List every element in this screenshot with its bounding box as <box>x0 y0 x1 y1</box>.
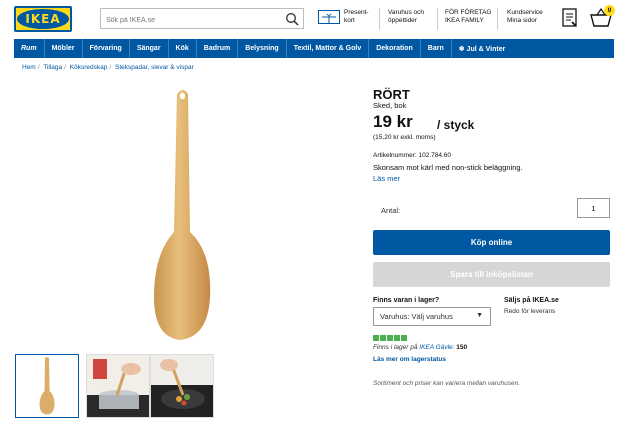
nav-item-bathroom[interactable]: Badrum <box>197 39 239 58</box>
quantity-input[interactable] <box>577 198 610 218</box>
stock-availability-line: Finns i lager på IKEA Gävle: 150 <box>373 344 467 351</box>
stock-count: 150 <box>456 344 468 351</box>
nav-item-rooms[interactable]: Rum <box>14 39 45 58</box>
pan-thumbnail-image <box>151 355 213 417</box>
gift-card-icon[interactable] <box>318 10 340 24</box>
product-name: RÖRT <box>373 87 410 102</box>
ikea-logo[interactable]: IKEA <box>14 6 72 32</box>
nav-item-furniture[interactable]: Möbler <box>45 39 83 58</box>
search-box[interactable] <box>100 8 304 30</box>
product-image[interactable] <box>130 82 240 344</box>
breadcrumb-link[interactable]: Tillaga <box>43 64 62 71</box>
stock-question: Finns varan i lager? <box>373 297 440 304</box>
stock-level-indicator <box>373 335 407 341</box>
store-select-value: Varuhus: Välj varuhus <box>380 312 453 321</box>
cart-count-badge: 0 <box>604 5 615 16</box>
search-icon[interactable] <box>285 12 299 26</box>
sold-online-status: Redo för leverans <box>504 308 556 315</box>
site-header: IKEA Present- kort Varuhus och öppettide… <box>0 0 640 38</box>
product-price: 19 kr <box>373 112 413 131</box>
stock-level-segment <box>394 335 400 341</box>
thumbnail-pan-cooking[interactable] <box>150 354 214 418</box>
stock-level-segment <box>380 335 386 341</box>
stock-level-segment <box>387 335 393 341</box>
header-divider <box>379 8 380 30</box>
stock-level-segment <box>401 335 407 341</box>
header-divider <box>497 8 498 30</box>
main-nav: Rum Möbler Förvaring Sängar Kök Badrum B… <box>14 39 614 58</box>
price-excl-vat: (15,20 kr exkl. moms) <box>373 134 436 141</box>
price-unit: / styck <box>437 118 475 132</box>
nav-item-christmas[interactable]: ❄ Jul & Vinter <box>452 39 513 58</box>
nav-item-storage[interactable]: Förvaring <box>83 39 130 58</box>
breadcrumb-separator: / <box>64 64 66 71</box>
thumbnail-pot-stirring[interactable] <box>86 354 150 418</box>
breadcrumb-separator: / <box>37 64 40 71</box>
stock-status-link[interactable]: Läs mer om lagerstatus <box>373 356 446 363</box>
logo-text: IKEA <box>25 12 61 26</box>
shopping-list-icon[interactable] <box>562 8 578 28</box>
header-divider <box>437 8 438 30</box>
read-more-link[interactable]: Läs mer <box>373 174 400 183</box>
nav-item-decoration[interactable]: Dekoration <box>369 39 421 58</box>
nav-item-beds[interactable]: Sängar <box>130 39 169 58</box>
chevron-down-icon: ▼ <box>476 312 483 319</box>
stock-line-separator: : <box>452 344 455 351</box>
stock-level-segment <box>373 335 379 341</box>
business-link[interactable]: FÖR FÖRETAG IKEA FAMILY <box>445 9 491 25</box>
breadcrumb-separator: / <box>109 64 112 71</box>
spoon-thumbnail-image <box>39 357 55 415</box>
nav-item-textiles[interactable]: Textil, Mattor & Golv <box>287 39 370 58</box>
nav-item-lighting[interactable]: Belysning <box>238 39 287 58</box>
search-input[interactable] <box>101 11 281 30</box>
customer-service-link[interactable]: Kundservice Mina sidor <box>507 9 543 25</box>
logo-oval: IKEA <box>17 9 69 29</box>
nav-item-kitchen[interactable]: Kök <box>169 39 197 58</box>
gift-card-link[interactable]: Present- kort <box>344 9 369 25</box>
stock-line-prefix: Finns i lager på <box>373 344 418 351</box>
breadcrumb-link[interactable]: Köksredskap <box>70 64 108 71</box>
nav-item-children[interactable]: Barn <box>421 39 452 58</box>
breadcrumb: Hem / Tillaga / Köksredskap / Stekspadar, s… <box>22 64 194 71</box>
breadcrumb-link[interactable]: Hem <box>22 64 36 71</box>
assortment-note: Sortiment och priser kan variera mellan … <box>373 380 521 387</box>
product-type: Sked, bok <box>373 101 407 110</box>
store-link[interactable]: IKEA Gävle <box>419 344 452 351</box>
sold-online-heading: Säljs på IKEA.se <box>504 297 559 304</box>
stores-link[interactable]: Varuhus och öppettider <box>388 9 424 25</box>
save-to-list-button[interactable]: Spara till inköpslistan <box>373 262 610 287</box>
buy-online-button[interactable]: Köp online <box>373 230 610 255</box>
quantity-label: Antal: <box>381 206 401 215</box>
store-select[interactable]: Varuhus: Välj varuhus ▼ <box>373 307 491 326</box>
breadcrumb-link[interactable]: Stekspadar, slevar & vispar <box>115 64 194 71</box>
product-description: Skonsam mot kärl med non-stick beläggnin… <box>373 163 523 172</box>
thumbnail-spoon[interactable] <box>15 354 79 418</box>
pot-thumbnail-image <box>87 355 149 417</box>
article-number: Artikelnummer: 102.784.60 <box>373 152 452 159</box>
